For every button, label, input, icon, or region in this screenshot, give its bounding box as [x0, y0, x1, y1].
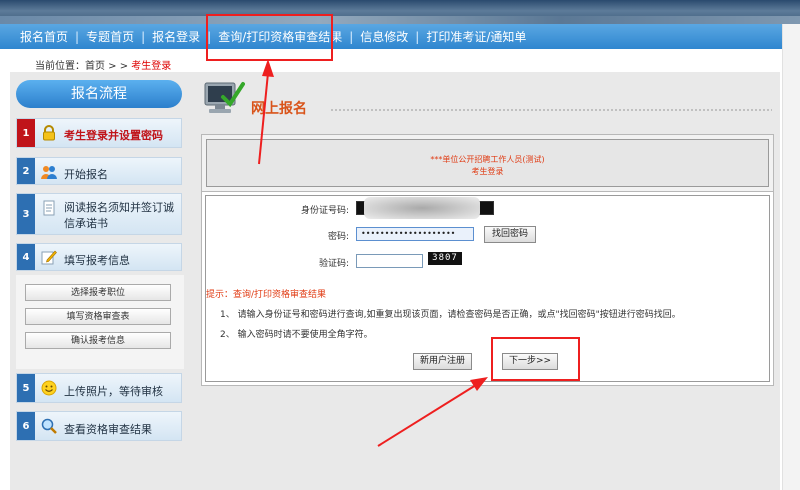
annotation-arrows: [258, 59, 488, 447]
vertical-scrollbar[interactable]: [782, 24, 800, 490]
annotation-arrow-to-next-icon: [377, 377, 488, 447]
annotation-arrow-up-icon: [258, 59, 274, 165]
